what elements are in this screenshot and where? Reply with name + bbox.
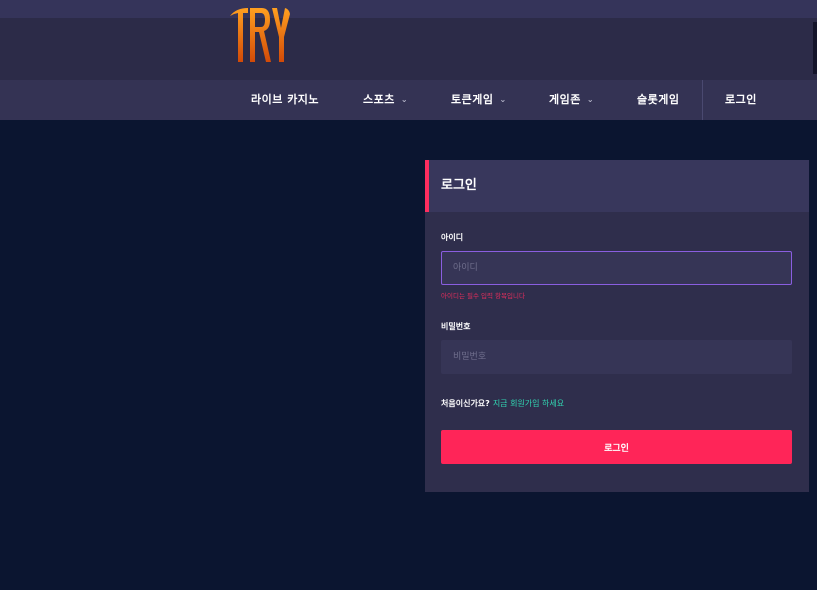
nav-divider (702, 80, 703, 120)
nav-item-label: 토큰게임 (451, 93, 494, 106)
nav-item-label: 스포츠 (363, 93, 395, 106)
site-logo[interactable] (228, 4, 292, 66)
nav-item-label: 로그인 (725, 93, 757, 106)
signup-prompt-text: 처음이신가요? (441, 399, 490, 408)
username-error-message: 아이디는 필수 입력 항목입니다 (441, 292, 525, 300)
nav-item-login[interactable]: 로그인 (725, 80, 757, 120)
nav-item-token-game[interactable]: 토큰게임 ⌄ (451, 80, 507, 120)
chevron-down-icon: ⌄ (499, 95, 507, 104)
nav-item-sports[interactable]: 스포츠 ⌄ (363, 80, 408, 120)
header-top-band (0, 0, 817, 18)
username-label: 아이디 (441, 233, 464, 242)
chevron-down-icon: ⌄ (400, 95, 409, 104)
header-edge-bar (813, 22, 817, 74)
nav-item-label: 게임존 (549, 93, 581, 106)
nav-item-game-zone[interactable]: 게임존 ⌄ (549, 80, 594, 120)
site-header (0, 0, 817, 80)
nav-item-label: 슬롯게임 (637, 93, 680, 106)
login-panel-header: 로그인 (425, 160, 809, 212)
username-input[interactable] (441, 251, 792, 285)
nav-item-slot-game[interactable]: 슬롯게임 (637, 80, 679, 120)
nav-item-live-casino[interactable]: 라이브 카지노 (251, 80, 319, 120)
login-panel: 로그인 아이디 아이디는 필수 입력 항목입니다 비밀번호 처음이신가요?지금 … (425, 160, 809, 492)
chevron-down-icon: ⌄ (586, 95, 595, 104)
password-input[interactable] (441, 340, 792, 374)
login-panel-title: 로그인 (441, 178, 477, 193)
nav-item-label: 라이브 카지노 (251, 93, 320, 106)
main-nav: 라이브 카지노 스포츠 ⌄ 토큰게임 ⌄ 게임존 ⌄ 슬롯게임 로그인 (0, 80, 817, 120)
password-label: 비밀번호 (441, 322, 471, 331)
signup-prompt-line: 처음이신가요? 지금 회원가입 하세요 (441, 398, 564, 409)
signup-link[interactable]: 지금 회원가입 하세요 (493, 399, 564, 408)
login-submit-button[interactable]: 로그인 (441, 430, 792, 464)
